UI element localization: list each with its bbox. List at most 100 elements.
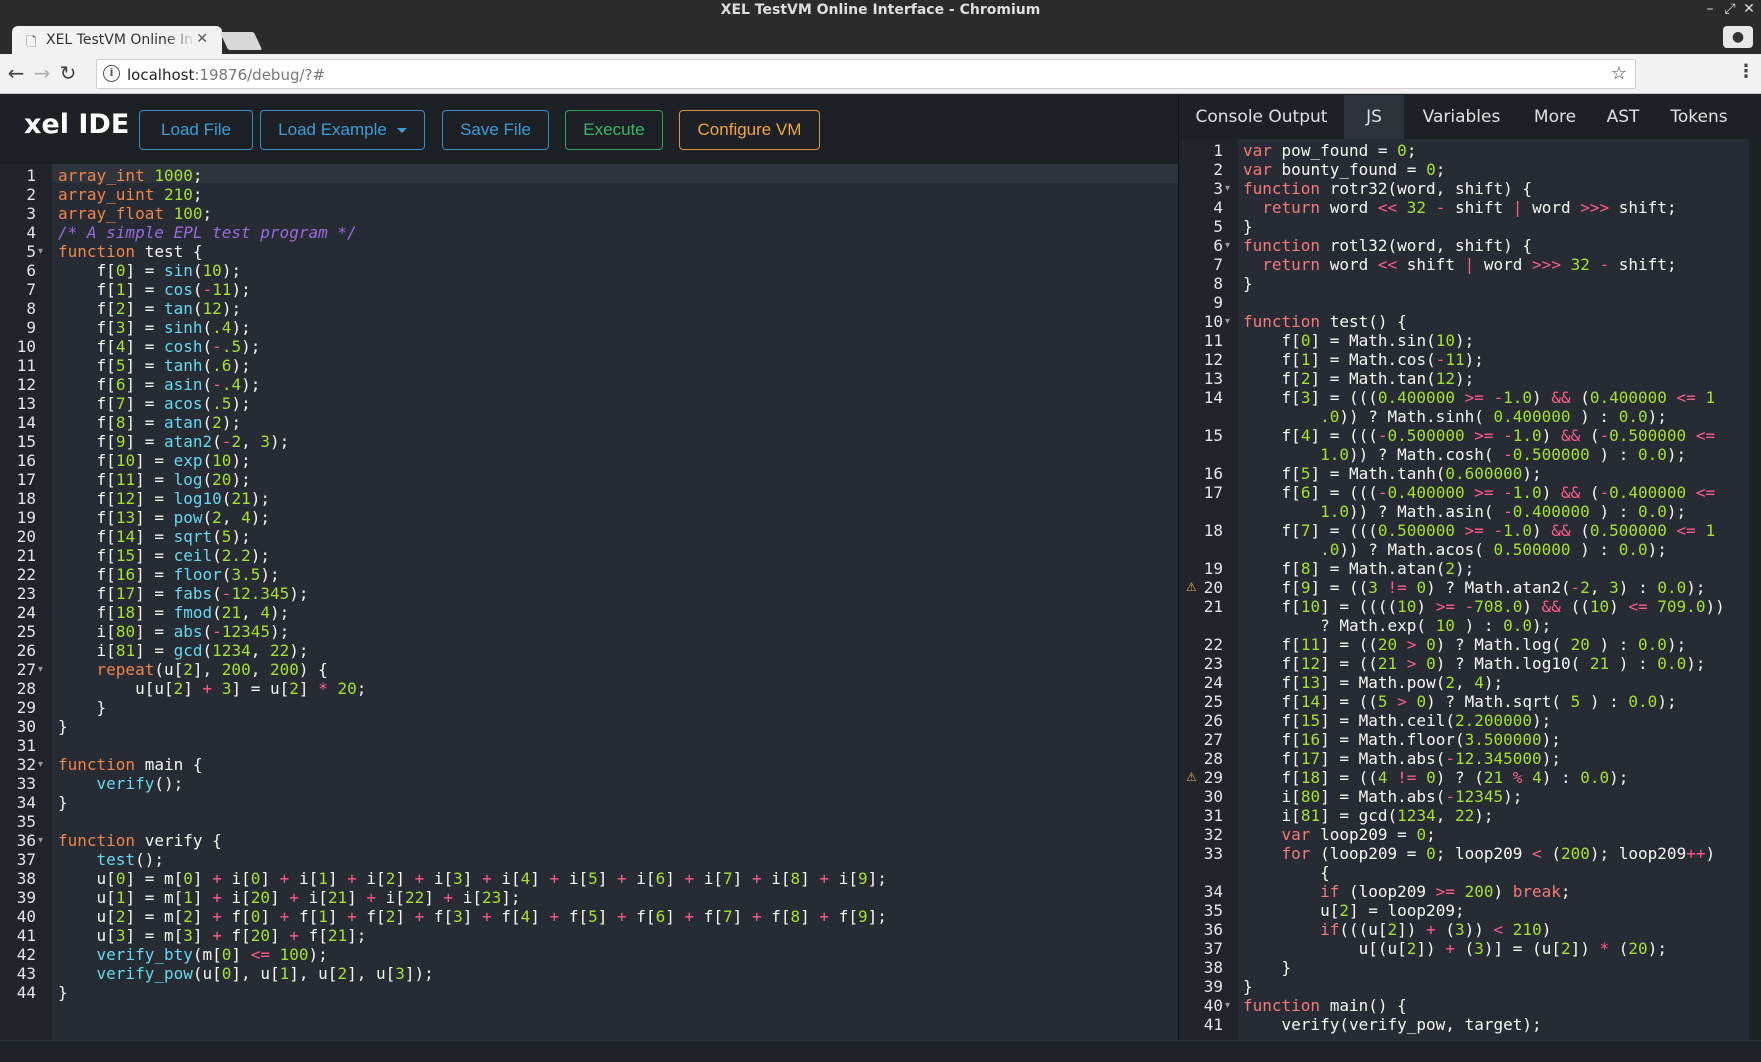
source-code-line[interactable]: f[2] = tan(12); — [58, 299, 242, 318]
js-code-line[interactable]: } — [1243, 958, 1292, 977]
fold-toggle-icon[interactable]: ▾ — [1225, 179, 1230, 198]
source-code-line[interactable]: verify_pow(u[0], u[1], u[2], u[3]); — [58, 964, 434, 983]
warning-icon[interactable]: ⚠ — [1186, 578, 1197, 597]
fold-toggle-icon[interactable]: ▾ — [1225, 996, 1230, 1015]
tab-js[interactable]: JS — [1344, 95, 1404, 139]
source-code-line[interactable]: f[14] = sqrt(5); — [58, 527, 251, 546]
fold-toggle-icon[interactable]: ▾ — [1225, 312, 1230, 331]
tab-variables[interactable]: Variables — [1404, 95, 1519, 139]
js-code-line[interactable]: .0)) ? Math.sinh( 0.400000 ) : 0.0); — [1243, 407, 1667, 426]
source-code-line[interactable]: verify_bty(m[0] <= 100); — [58, 945, 328, 964]
js-code-line[interactable]: function main() { — [1243, 996, 1407, 1015]
js-code-line[interactable]: verify(verify_pow, target); — [1243, 1015, 1542, 1034]
js-code-line[interactable]: } — [1243, 977, 1253, 996]
js-code-line[interactable]: if (loop209 >= 200) break; — [1243, 882, 1571, 901]
js-code-line[interactable]: f[16] = Math.floor(3.500000); — [1243, 730, 1561, 749]
source-code-line[interactable]: f[10] = exp(10); — [58, 451, 251, 470]
bookmark-star-icon[interactable]: ☆ — [1611, 63, 1627, 84]
source-code-line[interactable]: f[12] = log10(21); — [58, 489, 270, 508]
source-code-line[interactable]: f[13] = pow(2, 4); — [58, 508, 270, 527]
js-code-line[interactable]: var bounty_found = 0; — [1243, 160, 1445, 179]
js-code-line[interactable]: f[6] = (((-0.400000 >= -1.0) && (-0.4000… — [1243, 483, 1716, 502]
minimize-icon[interactable]: – — [1701, 1, 1719, 19]
source-code-editor[interactable]: 1 array_int 1000; 2 array_uint 210; 3 array_f… — [0, 164, 1178, 1040]
source-code-line[interactable]: } — [58, 793, 68, 812]
js-code-line[interactable]: } — [1243, 274, 1253, 293]
tab-tokens[interactable]: Tokens — [1655, 95, 1743, 139]
info-icon[interactable]: i — [103, 65, 120, 82]
close-window-icon[interactable]: ✕ — [1740, 1, 1758, 19]
source-code-line[interactable]: } — [58, 717, 68, 736]
source-code-line[interactable]: u[1] = m[1] + i[20] + i[21] + i[22] + i[… — [58, 888, 521, 907]
js-code-line[interactable]: f[4] = (((-0.500000 >= -1.0) && (-0.5000… — [1243, 426, 1716, 445]
source-code-line[interactable]: f[0] = sin(10); — [58, 261, 242, 280]
source-code-line[interactable]: f[1] = cos(-11); — [58, 280, 251, 299]
source-code-line[interactable]: i[80] = abs(-12345); — [58, 622, 290, 641]
source-code-line[interactable]: f[8] = atan(2); — [58, 413, 242, 432]
js-code-editor[interactable]: 1 var pow_found = 0; 2 var bounty_found = 0… — [1179, 139, 1749, 1040]
profile-icon[interactable]: ● — [1723, 26, 1753, 48]
source-code-line[interactable]: i[81] = gcd(1234, 22); — [58, 641, 309, 660]
js-code-line[interactable]: ? Math.exp( 10 ) : 0.0); — [1243, 616, 1551, 635]
source-code-line[interactable]: f[18] = fmod(21, 4); — [58, 603, 290, 622]
tab-ast[interactable]: AST — [1591, 95, 1655, 139]
source-code-line[interactable]: } — [58, 983, 68, 1002]
js-code-line[interactable]: var loop209 = 0; — [1243, 825, 1436, 844]
source-code-line[interactable]: f[11] = log(20); — [58, 470, 251, 489]
source-code-line[interactable]: array_int 1000; — [58, 166, 203, 185]
js-code-line[interactable]: f[0] = Math.sin(10); — [1243, 331, 1475, 350]
execute-button[interactable]: Execute — [565, 110, 663, 150]
source-code-line[interactable]: function main { — [58, 755, 203, 774]
source-code-line[interactable]: array_float 100; — [58, 204, 212, 223]
js-code-line[interactable]: function rotl32(word, shift) { — [1243, 236, 1532, 255]
js-code-line[interactable]: f[17] = Math.abs(-12.345000); — [1243, 749, 1561, 768]
source-code-line[interactable]: u[2] = m[2] + f[0] + f[1] + f[2] + f[3] … — [58, 907, 887, 926]
source-code-line[interactable]: verify(); — [58, 774, 184, 793]
fold-toggle-icon[interactable]: ▾ — [38, 242, 43, 261]
load-file-button[interactable]: Load File — [139, 110, 253, 150]
js-code-line[interactable]: } — [1243, 217, 1253, 236]
load-example-button[interactable]: Load Example — [260, 110, 425, 150]
js-code-line[interactable]: f[8] = Math.atan(2); — [1243, 559, 1475, 578]
js-code-line[interactable]: u[(u[2]) + (3)] = (u[2]) * (20); — [1243, 939, 1667, 958]
js-code-line[interactable]: i[81] = gcd(1234, 22); — [1243, 806, 1494, 825]
source-code-line[interactable]: f[7] = acos(.5); — [58, 394, 251, 413]
js-code-line[interactable]: for (loop209 = 0; loop209 < (200); loop2… — [1243, 844, 1716, 863]
source-code-line[interactable]: f[5] = tanh(.6); — [58, 356, 251, 375]
fold-toggle-icon[interactable]: ▾ — [38, 831, 43, 850]
js-code-line[interactable]: f[15] = Math.ceil(2.200000); — [1243, 711, 1552, 730]
source-code-line[interactable]: u[u[2] + 3] = u[2] * 20; — [58, 679, 366, 698]
js-code-line[interactable]: f[10] = ((((10) >= -708.0) && ((10) <= 7… — [1243, 597, 1725, 616]
tab-more[interactable]: More — [1519, 95, 1591, 139]
js-code-line[interactable]: f[3] = (((0.400000 >= -1.0) && (0.400000… — [1243, 388, 1716, 407]
js-code-line[interactable]: f[13] = Math.pow(2, 4); — [1243, 673, 1504, 692]
source-code-line[interactable]: /* A simple EPL test program */ — [58, 223, 357, 242]
js-code-line[interactable]: f[12] = ((21 > 0) ? Math.log10( 21 ) : 0… — [1243, 654, 1706, 673]
source-code-line[interactable]: function verify { — [58, 831, 222, 850]
js-code-line[interactable]: 1.0)) ? Math.asin( -0.400000 ) : 0.0); — [1243, 502, 1686, 521]
js-code-line[interactable]: f[11] = ((20 > 0) ? Math.log( 20 ) : 0.0… — [1243, 635, 1687, 654]
js-code-line[interactable]: i[80] = Math.abs(-12345); — [1243, 787, 1523, 806]
fold-toggle-icon[interactable]: ▾ — [1225, 236, 1230, 255]
url-text[interactable]: localhost:19876/debug/?# — [127, 66, 325, 84]
browser-tab[interactable]: 🗋 XEL TestVM Online Interface ✕ — [12, 26, 222, 54]
source-code-line[interactable]: u[0] = m[0] + i[0] + i[1] + i[2] + i[3] … — [58, 869, 887, 888]
close-tab-icon[interactable]: ✕ — [196, 31, 208, 47]
js-code-line[interactable]: var pow_found = 0; — [1243, 141, 1416, 160]
source-code-line[interactable]: test(); — [58, 850, 164, 869]
source-code-line[interactable]: array_uint 210; — [58, 185, 203, 204]
js-code-line[interactable]: f[7] = (((0.500000 >= -1.0) && (0.500000… — [1243, 521, 1716, 540]
js-code-line[interactable]: function test() { — [1243, 312, 1407, 331]
forward-icon[interactable]: → — [30, 62, 54, 86]
source-code-line[interactable]: f[4] = cosh(-.5); — [58, 337, 261, 356]
js-code-line[interactable]: f[14] = ((5 > 0) ? Math.sqrt( 5 ) : 0.0)… — [1243, 692, 1677, 711]
source-code-line[interactable]: f[17] = fabs(-12.345); — [58, 584, 309, 603]
source-code-line[interactable]: f[9] = atan2(-2, 3); — [58, 432, 290, 451]
source-code-line[interactable]: f[15] = ceil(2.2); — [58, 546, 270, 565]
js-code-line[interactable]: return word << 32 - shift | word >>> shi… — [1243, 198, 1676, 217]
source-code-line[interactable]: f[3] = sinh(.4); — [58, 318, 251, 337]
source-code-line[interactable]: u[3] = m[3] + f[20] + f[21]; — [58, 926, 367, 945]
js-code-line[interactable]: { — [1243, 863, 1330, 882]
js-code-line[interactable]: f[2] = Math.tan(12); — [1243, 369, 1475, 388]
back-icon[interactable]: ← — [4, 62, 28, 86]
